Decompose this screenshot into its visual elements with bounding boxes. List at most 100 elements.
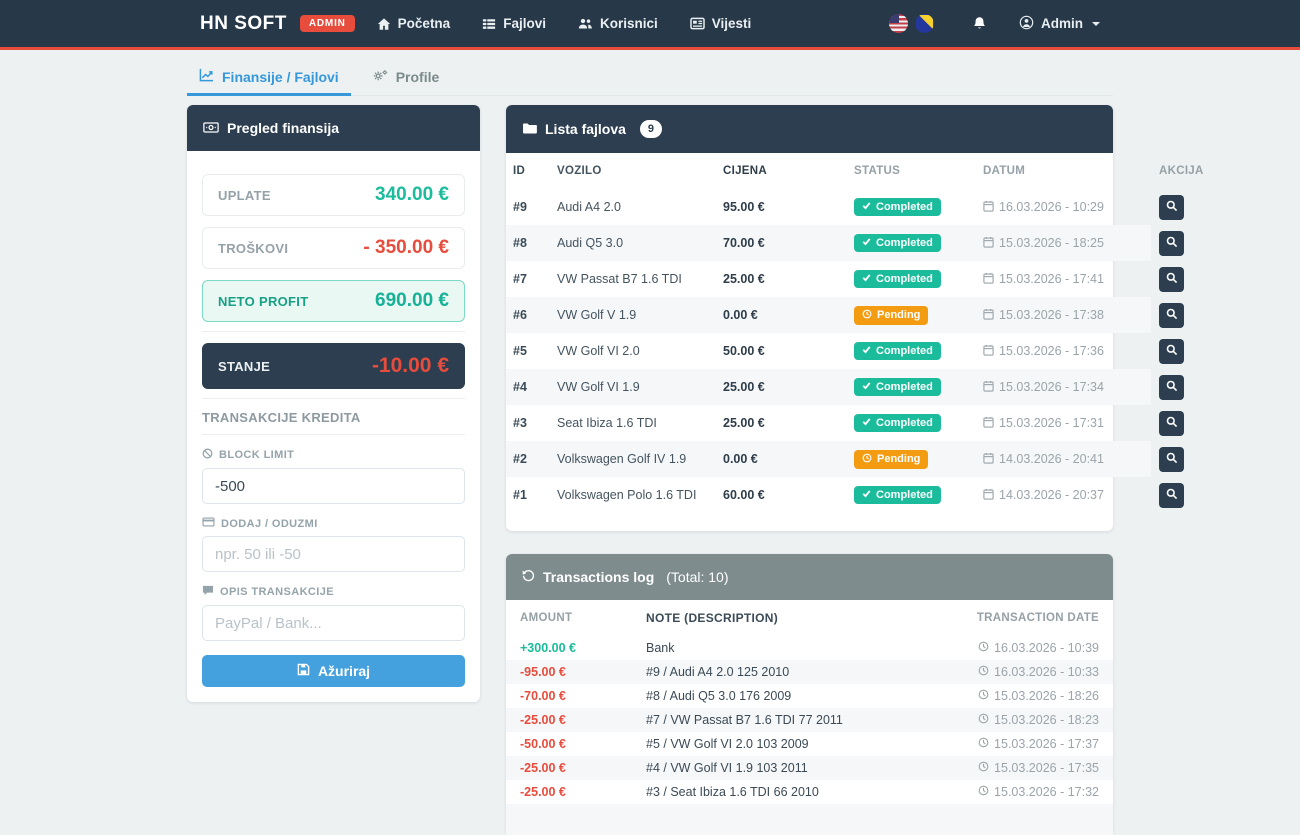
check-icon — [862, 345, 871, 357]
stat-uplate: UPLATE 340.00 € — [202, 174, 465, 216]
view-file-button[interactable] — [1159, 411, 1184, 436]
nav-right: Admin — [889, 14, 1100, 33]
clock-icon — [978, 640, 989, 657]
col-vozilo: VOZILO — [549, 153, 715, 189]
nav-item-fajlovi[interactable]: Fajlovi — [482, 16, 546, 31]
view-file-button[interactable] — [1159, 375, 1184, 400]
status-label: Completed — [876, 345, 933, 357]
opis-transakcije-label: OPIS TRANSAKCIJE — [202, 585, 465, 599]
search-icon — [1166, 200, 1178, 215]
bosnia-flag-icon[interactable] — [915, 14, 934, 33]
stat-label: STANJE — [218, 359, 270, 374]
calendar-icon — [983, 344, 994, 359]
col-cijena: CIJENA — [715, 153, 846, 189]
admin-menu[interactable]: Admin — [1019, 15, 1100, 33]
cogs-icon — [373, 69, 388, 85]
check-icon — [862, 489, 871, 501]
transactions-card-header: Transactions log (Total: 10) — [506, 554, 1113, 600]
transactions-card: Transactions log (Total: 10) AMOUNT NOTE… — [506, 554, 1113, 835]
file-price: 70.00 € — [715, 225, 846, 261]
file-id: #4 — [506, 369, 549, 405]
status-label: Pending — [877, 309, 920, 321]
stat-label: TROŠKOVI — [218, 241, 288, 256]
credit-transactions-heading: TRANSAKCIJE KREDITA — [202, 410, 465, 425]
stat-stanje: STANJE -10.00 € — [202, 343, 465, 389]
status-badge: Pending — [854, 306, 928, 325]
transaction-row: -25.00 € #4 / VW Golf VI 1.9 103 2011 15… — [506, 756, 1113, 780]
view-file-button[interactable] — [1159, 195, 1184, 220]
tab-profile[interactable]: Profile — [361, 59, 452, 96]
view-file-button[interactable] — [1159, 267, 1184, 292]
nav-item-label: Fajlovi — [503, 16, 546, 31]
file-price: 25.00 € — [715, 369, 846, 405]
calendar-icon — [983, 200, 994, 215]
file-vehicle: VW Passat B7 1.6 TDI — [549, 261, 715, 297]
nav-item-pocetna[interactable]: Početna — [377, 16, 451, 31]
nav-item-label: Vijesti — [712, 16, 752, 31]
file-price: 25.00 € — [715, 261, 846, 297]
chart-line-icon — [199, 68, 214, 85]
file-price: 0.00 € — [715, 441, 846, 477]
transactions-table-header-row: AMOUNT NOTE (DESCRIPTION) TRANSACTION DA… — [506, 600, 1113, 636]
bell-icon[interactable] — [972, 16, 987, 31]
view-file-button[interactable] — [1159, 447, 1184, 472]
file-price: 0.00 € — [715, 297, 846, 333]
nav-item-vijesti[interactable]: Vijesti — [690, 16, 752, 31]
tab-bar: Finansije / Fajlovi Profile — [187, 50, 1113, 96]
nav-item-label: Početna — [398, 16, 451, 31]
clock-icon — [978, 784, 989, 801]
file-id: #8 — [506, 225, 549, 261]
transaction-note: #5 / VW Golf VI 2.0 103 2009 — [632, 732, 873, 756]
opis-transakcije-input[interactable] — [202, 605, 465, 641]
tab-finansije-fajlovi[interactable]: Finansije / Fajlovi — [187, 59, 351, 96]
divider — [202, 434, 465, 435]
nav-item-korisnici[interactable]: Korisnici — [578, 16, 658, 31]
comment-icon — [202, 585, 214, 599]
brand[interactable]: HN SOFT ADMIN — [200, 13, 355, 35]
stat-value: 340.00 € — [375, 184, 449, 206]
status-label: Completed — [876, 381, 933, 393]
search-icon — [1166, 236, 1178, 251]
stat-label: NETO PROFIT — [218, 294, 308, 309]
transaction-row: -50.00 € #5 / VW Golf VI 2.0 103 2009 15… — [506, 732, 1113, 756]
file-vehicle: Audi Q5 3.0 — [549, 225, 715, 261]
search-icon — [1166, 344, 1178, 359]
view-file-button[interactable] — [1159, 483, 1184, 508]
view-file-button[interactable] — [1159, 231, 1184, 256]
tab-label: Finansije / Fajlovi — [222, 69, 339, 85]
azuriraj-button[interactable]: Ažuriraj — [202, 655, 465, 687]
file-price: 60.00 € — [715, 477, 846, 513]
transactions-title: Transactions log — [543, 569, 654, 585]
file-id: #7 — [506, 261, 549, 297]
calendar-icon — [983, 236, 994, 251]
view-file-button[interactable] — [1159, 303, 1184, 328]
calendar-icon — [983, 488, 994, 503]
col-transaction-date: TRANSACTION DATE — [873, 600, 1114, 636]
transaction-amount: -25.00 € — [506, 756, 632, 780]
transaction-amount: -95.00 € — [506, 660, 632, 684]
check-icon — [862, 381, 871, 393]
search-icon — [1166, 272, 1178, 287]
stat-value: 690.00 € — [375, 290, 449, 312]
table-row: #9 Audi A4 2.0 95.00 € Completed 16.03.2… — [506, 189, 1151, 225]
file-date: 15.03.2026 - 17:38 — [983, 308, 1104, 323]
transaction-date: 15.03.2026 - 17:32 — [978, 784, 1099, 801]
dodaj-oduzmi-input[interactable] — [202, 536, 465, 572]
files-table-header-row: ID VOZILO CIJENA STATUS DATUM AKCIJA — [506, 153, 1151, 189]
transaction-row: +300.00 € Bank 16.03.2026 - 10:39 — [506, 636, 1113, 660]
file-date: 15.03.2026 - 17:41 — [983, 272, 1104, 287]
ban-icon — [202, 448, 213, 462]
file-vehicle: Volkswagen Polo 1.6 TDI — [549, 477, 715, 513]
stat-troskovi: TROŠKOVI - 350.00 € — [202, 227, 465, 269]
calendar-icon — [983, 416, 994, 431]
us-flag-icon[interactable] — [889, 14, 908, 33]
transaction-date: 15.03.2026 - 17:35 — [978, 760, 1099, 777]
table-row: #6 VW Golf V 1.9 0.00 € Pending 15.03.20… — [506, 297, 1151, 333]
block-limit-input[interactable] — [202, 468, 465, 504]
finance-title: Pregled finansija — [227, 120, 339, 136]
files-card: Lista fajlova 9 ID VOZILO CIJENA STATUS … — [506, 105, 1113, 531]
nav-item-label: Korisnici — [600, 16, 658, 31]
view-file-button[interactable] — [1159, 339, 1184, 364]
calendar-icon — [983, 452, 994, 467]
users-icon — [578, 17, 593, 30]
